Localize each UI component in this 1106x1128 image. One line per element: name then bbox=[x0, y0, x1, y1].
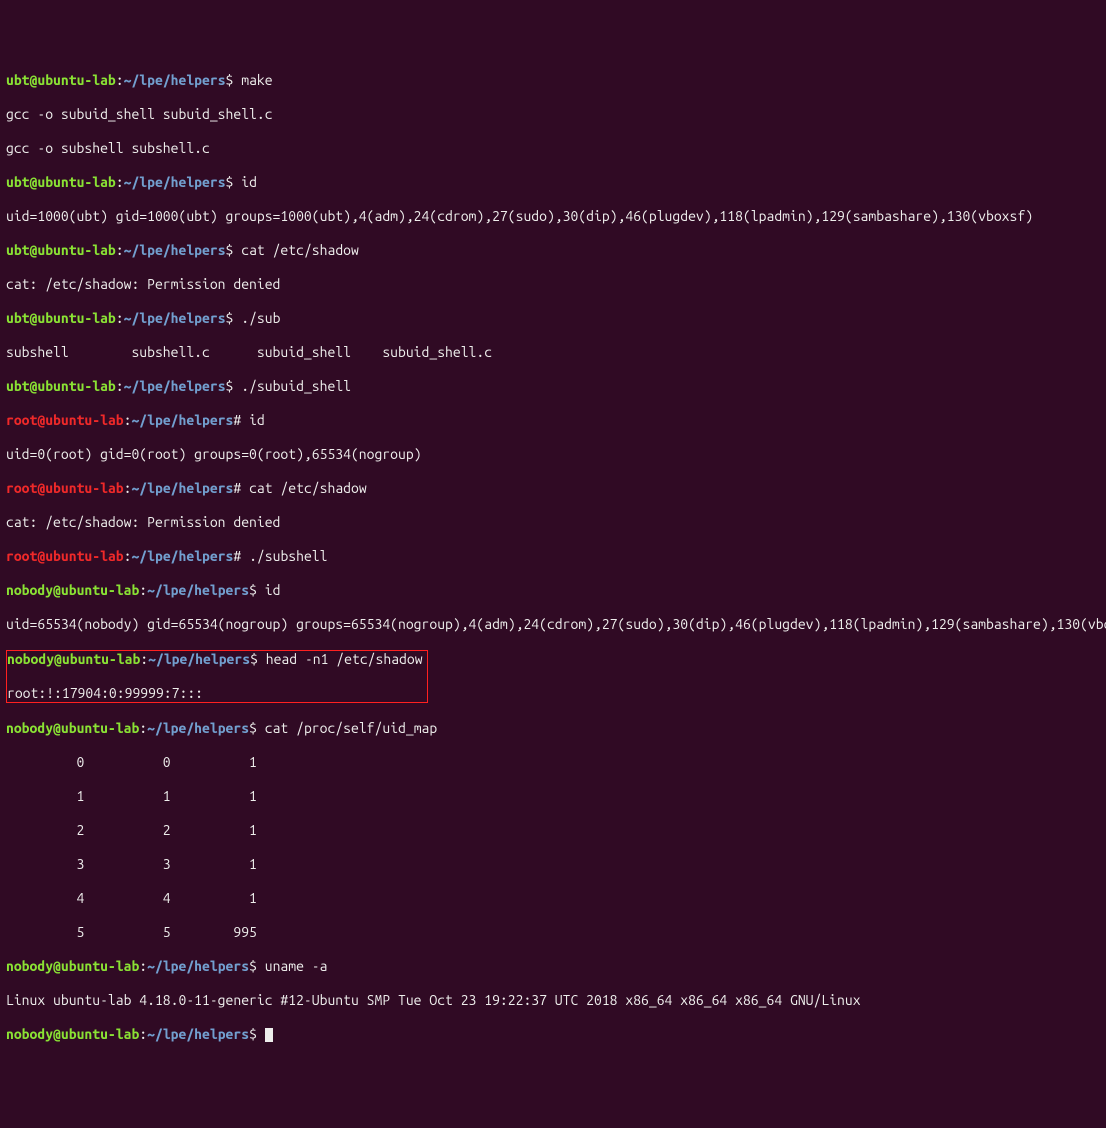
term-line: root@ubuntu-lab:~/lpe/helpers# cat /etc/… bbox=[6, 480, 1100, 497]
term-line: ubt@ubuntu-lab:~/lpe/helpers$ cat /etc/s… bbox=[6, 242, 1100, 259]
output-line: uid=0(root) gid=0(root) groups=0(root),6… bbox=[6, 446, 1100, 463]
uidmap-row: 5 5 995 bbox=[6, 924, 1100, 941]
cursor-icon[interactable] bbox=[265, 1028, 273, 1042]
output-line: uid=1000(ubt) gid=1000(ubt) groups=1000(… bbox=[6, 208, 1100, 225]
prompt-user-nobody: nobody bbox=[6, 582, 53, 598]
shadow-output: root:!:17904:0:99999:7::: bbox=[7, 685, 423, 702]
output-line: subshell subshell.c subuid_shell subuid_… bbox=[6, 344, 1100, 361]
term-line: root@ubuntu-lab:~/lpe/helpers# ./subshel… bbox=[6, 548, 1100, 565]
prompt-user-root: root bbox=[6, 412, 37, 428]
term-line: ubt@ubuntu-lab:~/lpe/helpers$ id bbox=[6, 174, 1100, 191]
prompt-sep: $ bbox=[226, 72, 242, 88]
term-line: nobody@ubuntu-lab:~/lpe/helpers$ cat /pr… bbox=[6, 720, 1100, 737]
output-line: gcc -o subshell subshell.c bbox=[6, 140, 1100, 157]
term-line: root@ubuntu-lab:~/lpe/helpers# id bbox=[6, 412, 1100, 429]
term-line: ubt@ubuntu-lab:~/lpe/helpers$ ./sub bbox=[6, 310, 1100, 327]
colon: : bbox=[116, 72, 124, 88]
highlight-box: nobody@ubuntu-lab:~/lpe/helpers$ head -n… bbox=[6, 650, 428, 703]
cmd-head-shadow: head -n1 /etc/shadow bbox=[266, 651, 423, 667]
output-line: Linux ubuntu-lab 4.18.0-11-generic #12-U… bbox=[6, 992, 1100, 1009]
prompt-path: ~/lpe/helpers bbox=[124, 72, 226, 88]
output-line: cat: /etc/shadow: Permission denied bbox=[6, 276, 1100, 293]
uidmap-row: 2 2 1 bbox=[6, 822, 1100, 839]
output-line: uid=65534(nobody) gid=65534(nogroup) gro… bbox=[6, 616, 1100, 633]
uidmap-row: 3 3 1 bbox=[6, 856, 1100, 873]
term-line: nobody@ubuntu-lab:~/lpe/helpers$ id bbox=[6, 582, 1100, 599]
prompt-host: ubuntu-lab bbox=[37, 72, 115, 88]
uidmap-row: 4 4 1 bbox=[6, 890, 1100, 907]
output-line: gcc -o subuid_shell subuid_shell.c bbox=[6, 106, 1100, 123]
term-line: nobody@ubuntu-lab:~/lpe/helpers$ head -n… bbox=[7, 651, 423, 668]
term-line: ubt@ubuntu-lab:~/lpe/helpers$ make bbox=[6, 72, 1100, 89]
term-line: nobody@ubuntu-lab:~/lpe/helpers$ uname -… bbox=[6, 958, 1100, 975]
prompt-user: ubt bbox=[6, 72, 30, 88]
term-line[interactable]: nobody@ubuntu-lab:~/lpe/helpers$ bbox=[6, 1026, 1100, 1043]
uidmap-row: 1 1 1 bbox=[6, 788, 1100, 805]
uidmap-row: 0 0 1 bbox=[6, 754, 1100, 771]
term-line: ubt@ubuntu-lab:~/lpe/helpers$ ./subuid_s… bbox=[6, 378, 1100, 395]
cmd: make bbox=[241, 72, 272, 88]
output-line: cat: /etc/shadow: Permission denied bbox=[6, 514, 1100, 531]
